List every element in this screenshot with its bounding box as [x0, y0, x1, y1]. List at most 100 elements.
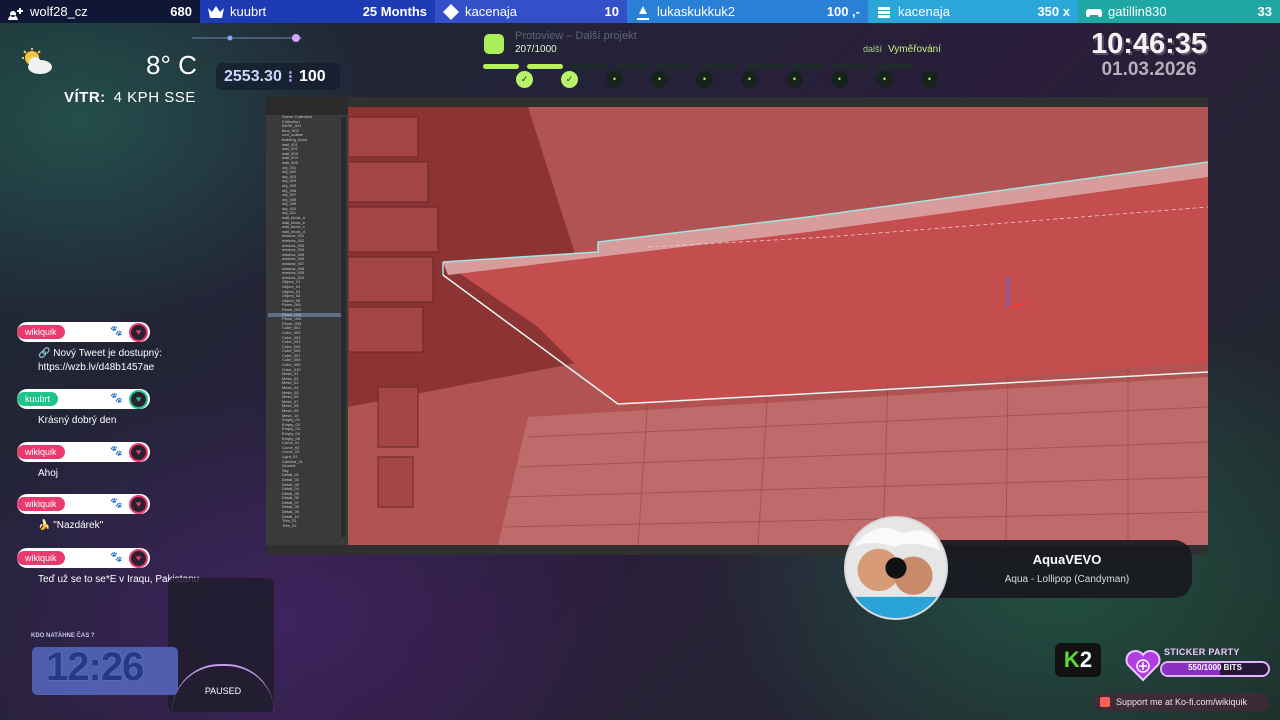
progress-title: Protoview – Další projekt [515, 30, 637, 42]
chat-text: Krásný dobrý den [38, 415, 117, 426]
alert-value: 100 ,- [826, 4, 860, 19]
tip-icon [637, 5, 649, 20]
stack-icon [878, 6, 890, 18]
diamond-icon [443, 3, 459, 20]
progress-segment [833, 64, 870, 69]
progress-segment [526, 64, 563, 69]
3d-viewport[interactable] [348, 107, 1208, 545]
paw-icon: 🐾 [110, 552, 123, 563]
outliner-list[interactable]: Scene Collection Collection BASE_001 floor_… [268, 115, 344, 535]
k2-logo-k: K [1063, 647, 1080, 672]
clock-date: 01.03.2026 [1101, 59, 1197, 80]
kofi-text: Support me at Ko-fi.com/wikiquik [1116, 697, 1248, 707]
alert-segment: lukaskukkuk2 100 ,- [627, 0, 868, 23]
sticker-party-title: STICKER PARTY [1164, 647, 1240, 657]
progress-segment [614, 64, 651, 69]
alert-name: gatillin830 [1108, 4, 1167, 19]
chat-text: 🔗 Nový Tweet je dostupný: [38, 348, 162, 359]
chat-username: wikiquik [17, 551, 65, 565]
blender-window[interactable]: Scene Collection Collection BASE_001 floor_… [266, 97, 1208, 555]
heart-icon [1125, 650, 1161, 682]
heart-badge-icon: ♥ [129, 323, 148, 342]
progress-segment [570, 64, 607, 69]
album-art [844, 516, 948, 620]
outliner-header[interactable] [266, 97, 348, 115]
paw-icon: 🐾 [110, 326, 123, 337]
clock: 10:46:35 01.03.2026 [1084, 28, 1214, 80]
chat-panel: wikiquik 🐾 ♥ 🔗 Nový Tweet je dostupný: https… [14, 322, 214, 602]
now-playing-song: Aqua - Lollipop (Candyman) [1004, 574, 1130, 585]
progress-segment [658, 64, 694, 69]
chat-text: https://wzb.lv/d48b1457ae [38, 362, 155, 373]
coffee-cup-icon [484, 34, 504, 54]
shield-icon: • [741, 71, 758, 88]
heart-badge-icon: ♥ [129, 495, 148, 514]
pen-icon: ✓ [561, 71, 578, 88]
bits-counter: 2553.30 ⁝ 100 [216, 63, 340, 90]
progress-value: 207/1000 [515, 44, 557, 55]
project-progress: Protoview – Další projekt 207/1000 další… [478, 28, 958, 98]
alert-value: 680 [170, 4, 192, 19]
heart-badge-icon: ♥ [129, 549, 148, 568]
blender-header[interactable] [266, 97, 1208, 107]
alert-name: wolf28_cz [30, 4, 88, 19]
alert-name: lukaskukkuk2 [657, 4, 736, 19]
question-icon: • [786, 71, 803, 88]
timer-widget: KDO NATÁHNE ČAS ? 12:26 [25, 630, 178, 696]
chat-username: wikiquik [17, 497, 65, 511]
k2-logo: K2 [1055, 643, 1101, 677]
k2-logo-two: 2 [1079, 647, 1093, 672]
timer-panel: 12:26 [32, 645, 178, 695]
kofi-link[interactable]: Support me at Ko-fi.com/wikiquik [1092, 693, 1270, 711]
wind-readout: VÍTR: 4 KPH SSE [64, 89, 196, 106]
alert-value: 350 x [1037, 4, 1070, 19]
alert-segment: gatillin830 33 [1078, 0, 1280, 23]
heart-badge-icon: ♥ [129, 443, 148, 462]
controller-icon [1086, 8, 1102, 17]
sticker-party: STICKER PARTY 550/1000 BITS [1124, 647, 1272, 687]
pencil-icon: ✓ [516, 71, 533, 88]
bits-goal: 100 [298, 67, 326, 85]
sticker-party-value: 550/1000 BITS [1188, 663, 1242, 672]
outliner-panel[interactable]: Scene Collection Collection BASE_001 floor_… [266, 97, 348, 555]
progress-segment [701, 64, 738, 69]
cup-icon: • [921, 71, 938, 88]
wind-label: VÍTR: [64, 89, 106, 106]
weather-widget: 8° C VÍTR: 4 KPH SSE [20, 46, 205, 110]
chat-username: kuubrt [17, 392, 59, 406]
home-icon: • [831, 71, 848, 88]
progress-steps: ✓ ✓ • • • • • • • • [516, 71, 946, 89]
heart-badge-icon: ♥ [129, 390, 148, 409]
wrench-icon: • [696, 71, 713, 88]
now-playing: AquaVEVO Aqua - Lollipop (Candyman) [836, 516, 1192, 622]
bookmark-icon: • [876, 71, 893, 88]
bits-current: 2553.30 [224, 67, 282, 85]
next-label: další [863, 44, 883, 54]
close-icon: • [606, 71, 623, 88]
paw-icon: 🐾 [110, 446, 123, 457]
progress-segment [789, 64, 826, 69]
outliner-item[interactable]: Trim_02 [268, 523, 344, 529]
progress-track [483, 64, 913, 69]
alert-name: kacenaja [898, 4, 951, 19]
progress-segment [483, 64, 519, 69]
alert-segment: kuubrt 25 Months [200, 0, 435, 23]
paw-icon: 🐾 [110, 393, 123, 404]
alert-segment: wolf28_cz 680 [0, 0, 200, 23]
partly-cloudy-icon [22, 48, 52, 74]
paused-label: PAUSED [204, 686, 242, 696]
chat-text: 🍌 "Nazdárek" [38, 520, 104, 531]
bits-separator: ⁝ [287, 68, 293, 86]
progress-segment [745, 64, 782, 69]
wind-value: 4 KPH SSE [113, 89, 196, 106]
alert-name: kuubrt [230, 4, 267, 19]
alert-name: kacenaja [465, 4, 518, 19]
temperature: 8° C [146, 50, 197, 80]
alert-segment: kacenaja 350 x [868, 0, 1078, 23]
timer-value: 12:26 [46, 645, 144, 689]
now-playing-artist: AquaVEVO [1032, 552, 1102, 567]
outliner-scrollbar[interactable] [341, 117, 346, 537]
user-plus-icon [8, 7, 23, 20]
chat-username: wikiquik [17, 445, 65, 459]
timer-label: KDO NATÁHNE ČAS ? [31, 633, 95, 639]
